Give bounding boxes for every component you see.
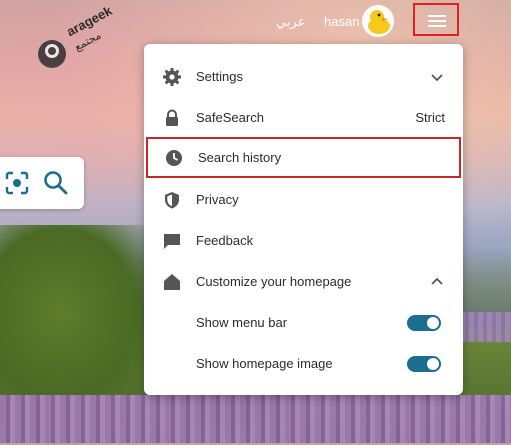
- menu-item-label: Feedback: [196, 233, 254, 248]
- chevron-down-icon[interactable]: [429, 69, 445, 85]
- menu-item-label: Settings: [196, 69, 243, 84]
- arageek-logo: arageek مجتمع: [36, 3, 114, 80]
- menu-item-customize-homepage[interactable]: Customize your homepage: [144, 261, 463, 302]
- show-menu-bar-toggle[interactable]: [407, 315, 441, 331]
- menu-item-label: Search history: [198, 150, 282, 165]
- gear-icon: [163, 68, 181, 86]
- setting-label: Show homepage image: [196, 356, 333, 371]
- heather-right: [460, 312, 511, 342]
- menu-item-safesearch[interactable]: SafeSearch Strict: [144, 97, 463, 138]
- search-icon[interactable]: [42, 169, 70, 197]
- setting-label: Show menu bar: [196, 315, 288, 330]
- toggle-knob: [427, 317, 439, 329]
- setting-show-menu-bar: Show menu bar: [144, 302, 463, 343]
- visual-search-icon[interactable]: [4, 170, 30, 196]
- toggle-knob: [427, 358, 439, 370]
- duck-avatar-icon[interactable]: [362, 5, 394, 37]
- menu-item-label: Customize your homepage: [196, 274, 352, 289]
- chevron-up-icon[interactable]: [429, 274, 445, 290]
- chat-icon: [164, 234, 180, 249]
- menu-item-label: SafeSearch: [196, 110, 264, 125]
- menu-item-search-history[interactable]: Search history: [146, 137, 461, 178]
- shield-icon: [165, 192, 179, 209]
- menu-item-label: Privacy: [196, 192, 239, 207]
- lock-icon: [166, 109, 178, 126]
- safesearch-value: Strict: [415, 110, 445, 125]
- clock-icon: [166, 150, 182, 166]
- menu-item-feedback[interactable]: Feedback: [144, 220, 463, 261]
- setting-show-homepage-image: Show homepage image: [144, 343, 463, 384]
- username-label[interactable]: hasan: [324, 14, 359, 29]
- menu-item-privacy[interactable]: Privacy: [144, 179, 463, 220]
- language-link[interactable]: عربي: [276, 14, 305, 30]
- show-homepage-image-toggle[interactable]: [407, 356, 441, 372]
- menu-item-settings[interactable]: Settings: [144, 56, 463, 97]
- heather-foreground: [0, 395, 511, 443]
- settings-menu-panel: Settings SafeSearch Strict Search histor…: [144, 44, 463, 395]
- search-widget[interactable]: [0, 157, 84, 209]
- hamburger-menu-icon[interactable]: [413, 3, 459, 36]
- home-icon: [164, 274, 180, 290]
- logo-g-icon: [45, 44, 59, 58]
